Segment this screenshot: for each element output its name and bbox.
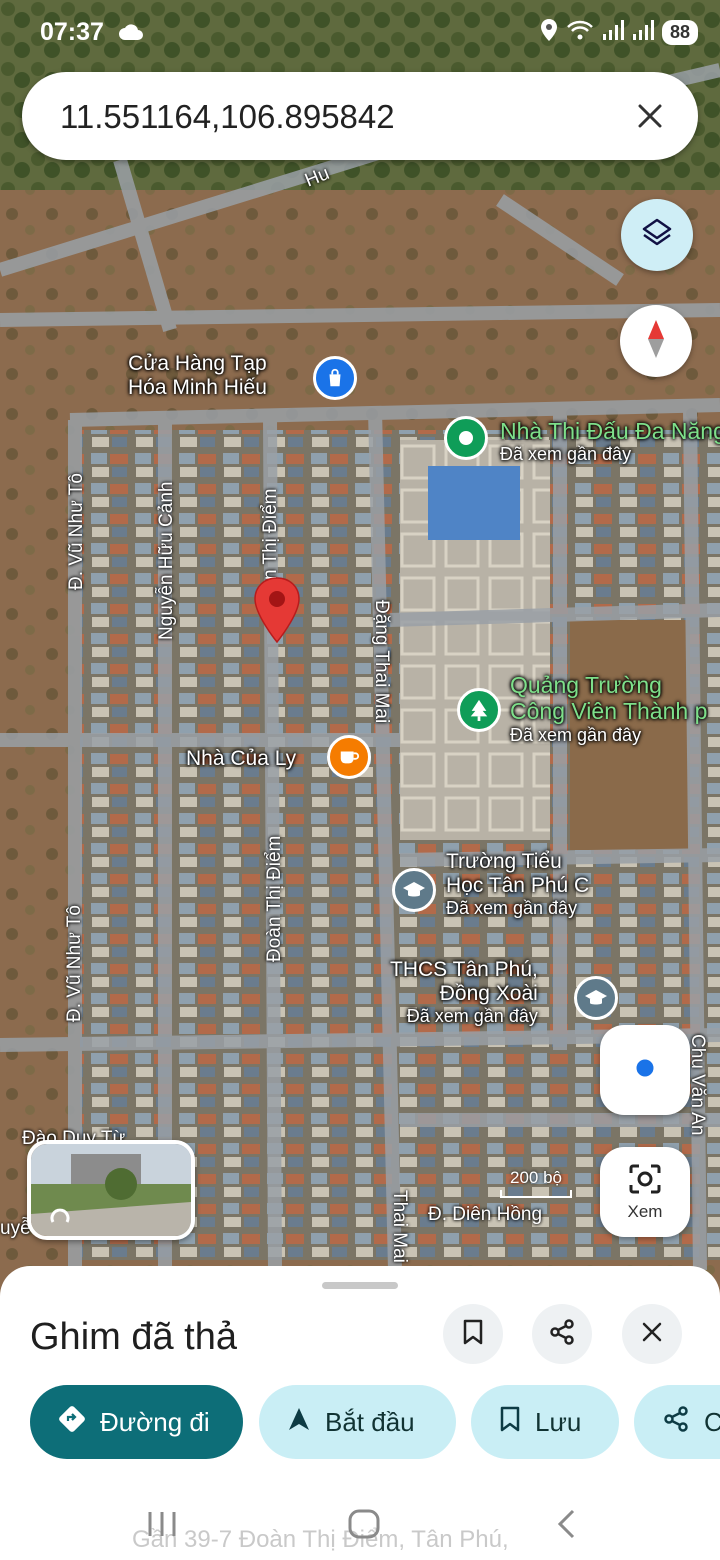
place-subtitle: Đã xem gần đây [510,724,642,745]
camera-lens-icon [627,1163,663,1200]
save-label: Lưu [535,1406,582,1437]
street-label: Nguyễn Hữu Cảnh [156,481,177,640]
share-icon-button[interactable] [532,1304,592,1364]
search-input[interactable]: 11.551164,106.895842 [60,98,395,136]
save-icon-button[interactable] [443,1304,503,1364]
recent-apps-button[interactable] [138,1500,186,1548]
my-location-icon [632,1055,658,1086]
status-bar: 07:37 88 [0,0,720,66]
wifi-icon [566,19,594,46]
sheet-title: Ghim đã thả [30,1316,237,1358]
school-icon[interactable] [392,868,436,912]
place-label-nha-cua-ly[interactable]: Nhà Của Ly [186,747,296,771]
scale-bar [500,1190,572,1198]
place-label-cua-hang[interactable]: Cửa Hàng Tạp Hóa Minh Hiếu [128,352,267,400]
place-label-truong-tieu-hoc[interactable]: Trường Tiểu Học Tân Phú C Đã xem gần đây [446,850,589,919]
directions-icon [58,1405,86,1440]
place-name-line1: Cửa Hàng Tạp [128,352,267,375]
compass-button[interactable] [620,305,692,377]
share-icon [662,1405,690,1440]
close-icon[interactable] [626,92,674,140]
place-name-line1: Quảng Trường [510,672,662,698]
street-view-thumbnail[interactable] [27,1140,195,1240]
place-name-line1: Nhà Của Ly [186,747,297,770]
close-icon [641,1321,663,1348]
location-icon [540,18,558,47]
drag-handle[interactable] [322,1282,398,1289]
navigation-arrow-icon [287,1406,311,1439]
place-name-line2: Học Tân Phú C [446,874,590,898]
place-name-line1: THCS Tân Phú, [390,958,538,981]
directions-label: Đường đi [100,1406,210,1437]
street-label: Thai Mai [389,1190,410,1263]
signal-icon [602,19,624,46]
start-button[interactable]: Bắt đầu [259,1385,456,1459]
place-name-line1: Nhà Thi Đấu Đa Năng [500,418,720,444]
street-label: uyễ [0,1218,31,1239]
place-subtitle: Đã xem gần đây [406,1006,538,1027]
layers-icon [640,216,674,255]
save-button[interactable]: Lưu [471,1385,619,1459]
lens-button[interactable]: Xem [600,1147,690,1237]
place-name-line2: Hóa Minh Hiếu [128,376,267,400]
status-icons: 88 [540,18,698,47]
compass-icon [646,319,666,364]
cafe-icon[interactable] [327,735,371,779]
layers-button[interactable] [621,199,693,271]
street-label: Đ. Vũ Như Tô [66,473,87,590]
share-label: C [704,1406,720,1437]
cloud-icon [118,24,144,47]
place-label-thcs-tan-phu[interactable]: THCS Tân Phú, Đồng Xoài Đã xem gần đây [390,958,538,1027]
place-label-nha-thi-dau[interactable]: Nhà Thi Đấu Đa Năng Đã xem gần đây [500,418,720,465]
street-label: Đ. Vũ Như Tô [64,905,85,1022]
place-subtitle: Đã xem gần đây [500,444,632,465]
place-subtitle: Đã xem gần đây [446,898,578,919]
share-icon [548,1318,576,1351]
back-button[interactable] [542,1500,590,1548]
close-sheet-button[interactable] [622,1304,682,1364]
bookmark-icon [499,1406,521,1439]
battery-indicator: 88 [661,20,698,45]
place-name-line1: Trường Tiểu [446,850,562,873]
tree-icon[interactable] [457,688,501,732]
share-button[interactable]: C [634,1385,720,1459]
search-bar[interactable]: 11.551164,106.895842 [22,72,698,160]
lens-label: Xem [627,1201,663,1221]
my-location-button[interactable] [600,1025,690,1115]
start-label: Bắt đầu [325,1406,415,1437]
bookmark-icon [462,1319,484,1350]
scale-label: 200 bộ [510,1168,562,1187]
system-nav-bar [0,1486,720,1560]
dropped-pin-icon[interactable] [252,576,302,644]
place-label-quang-truong[interactable]: Quảng Trường Công Viên Thành p Đã xem gầ… [510,672,707,746]
pin-dot-icon[interactable] [444,416,488,460]
place-name-line2: Công Viên Thành p [510,698,708,725]
place-name-line2: Đồng Xoài [439,982,538,1006]
home-button[interactable] [340,1500,388,1548]
shopping-bag-icon[interactable] [313,356,357,400]
street-label: Đoàn Thị Điểm [264,835,285,962]
school-icon[interactable] [574,976,618,1020]
directions-button[interactable]: Đường đi [30,1385,243,1459]
signal-icon [632,19,654,46]
status-time: 07:37 [40,18,104,46]
street-label: n Thị Điểm [260,488,281,580]
street-label: Đặng Thai Mai [371,600,392,724]
street-label: Đ. Diên Hồng [428,1204,543,1225]
